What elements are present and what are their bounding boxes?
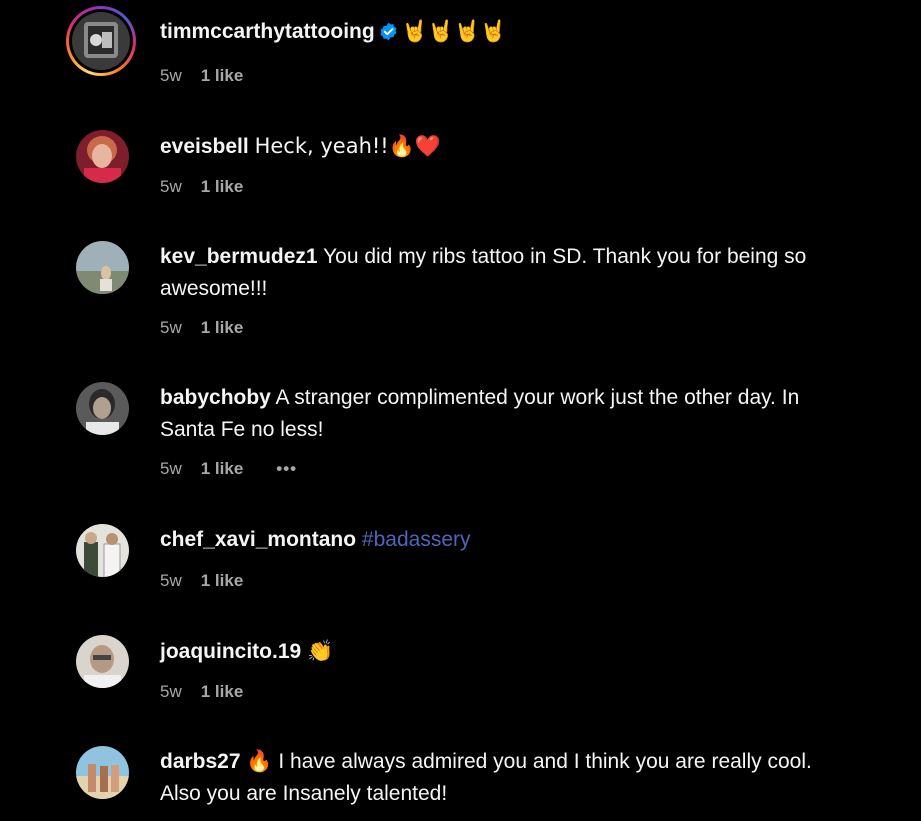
comment-likes[interactable]: 1 like — [201, 177, 244, 196]
avatar[interactable] — [76, 524, 129, 577]
comment-likes[interactable]: 1 like — [201, 571, 244, 590]
avatar[interactable] — [76, 746, 129, 799]
avatar[interactable] — [76, 241, 129, 294]
comment-text: 👏 — [307, 639, 334, 663]
comment-time[interactable]: 5w — [160, 682, 182, 701]
comment-hashtag[interactable]: #badassery — [362, 528, 471, 551]
comment-username[interactable]: eveisbell — [160, 135, 249, 158]
comment-text: 🤘🤘🤘🤘 — [401, 19, 507, 43]
comment-time[interactable]: 5w — [160, 318, 182, 337]
comment-time[interactable]: 5w — [160, 459, 182, 478]
comment-username[interactable]: chef_xavi_montano — [160, 528, 356, 551]
comment-text: 🔥 I have always admired you and I think … — [160, 750, 812, 805]
comment-time[interactable]: 5w — [160, 177, 182, 196]
comment-time[interactable]: 5w — [160, 571, 182, 590]
more-options-icon[interactable]: ••• — [276, 459, 297, 478]
avatar[interactable] — [76, 382, 129, 435]
comment-time[interactable]: 5w — [160, 66, 182, 85]
comment-likes[interactable]: 1 like — [201, 66, 244, 85]
avatar — [72, 12, 130, 70]
verified-badge-icon — [379, 19, 398, 41]
comment-likes[interactable]: 1 like — [201, 318, 244, 337]
comment-text: Heck, yeah!!🔥❤️ — [254, 134, 442, 158]
comment-username[interactable]: timmccarthytattooing — [160, 20, 375, 43]
avatar-story-ring[interactable] — [66, 6, 136, 76]
comment-likes[interactable]: 1 like — [201, 459, 244, 478]
avatar[interactable] — [76, 130, 129, 183]
comment-username[interactable]: babychoby — [160, 386, 271, 409]
comment-username[interactable]: darbs27 — [160, 750, 241, 773]
comment-likes[interactable]: 1 like — [201, 682, 244, 701]
comment-username[interactable]: joaquincito.19 — [160, 640, 301, 663]
comment-username[interactable]: kev_bermudez1 — [160, 245, 318, 268]
avatar[interactable] — [76, 635, 129, 688]
